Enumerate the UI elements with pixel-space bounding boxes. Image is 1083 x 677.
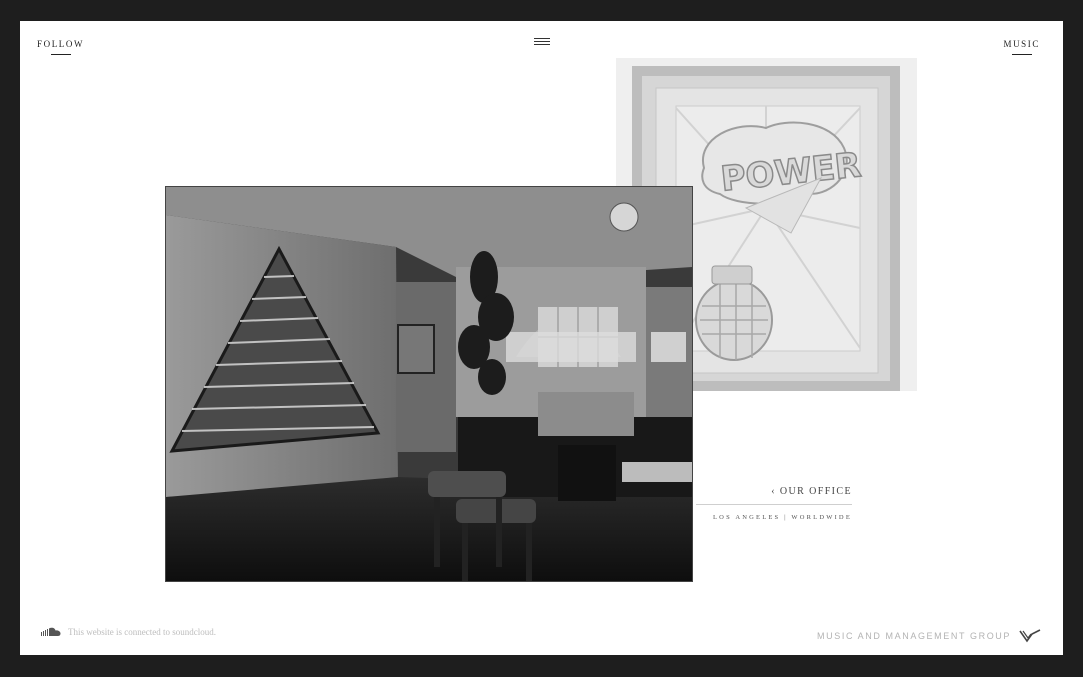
brand-name: MUSIC AND MANAGEMENT GROUP [817, 631, 1011, 641]
music-label: MUSIC [1003, 39, 1040, 49]
brand-logo-icon[interactable] [1019, 629, 1041, 643]
our-office-link[interactable]: ‹ OUR OFFICE [696, 486, 852, 497]
page-frame: FOLLOW MUSIC POWER ‹ OUR OFFICE LOS ANGE… [20, 21, 1063, 655]
follow-label: FOLLOW [37, 39, 85, 49]
brand-footer: MUSIC AND MANAGEMENT GROUP [817, 629, 1041, 643]
music-underline [1011, 54, 1032, 55]
music-link[interactable]: MUSIC [1003, 39, 1040, 55]
office-interior-photo [166, 187, 692, 581]
caption-divider [696, 504, 852, 505]
office-caption: ‹ OUR OFFICE LOS ANGELES | WORLDWIDE [696, 486, 852, 521]
soundcloud-note: This website is connected to soundcloud. [68, 627, 216, 637]
follow-underline [50, 54, 71, 55]
follow-link[interactable]: FOLLOW [37, 39, 84, 55]
soundcloud-icon[interactable] [41, 627, 61, 637]
hamburger-icon[interactable] [534, 38, 550, 48]
location-text: LOS ANGELES | WORLDWIDE [713, 514, 852, 521]
soundcloud-notice: This website is connected to soundcloud. [41, 627, 216, 637]
